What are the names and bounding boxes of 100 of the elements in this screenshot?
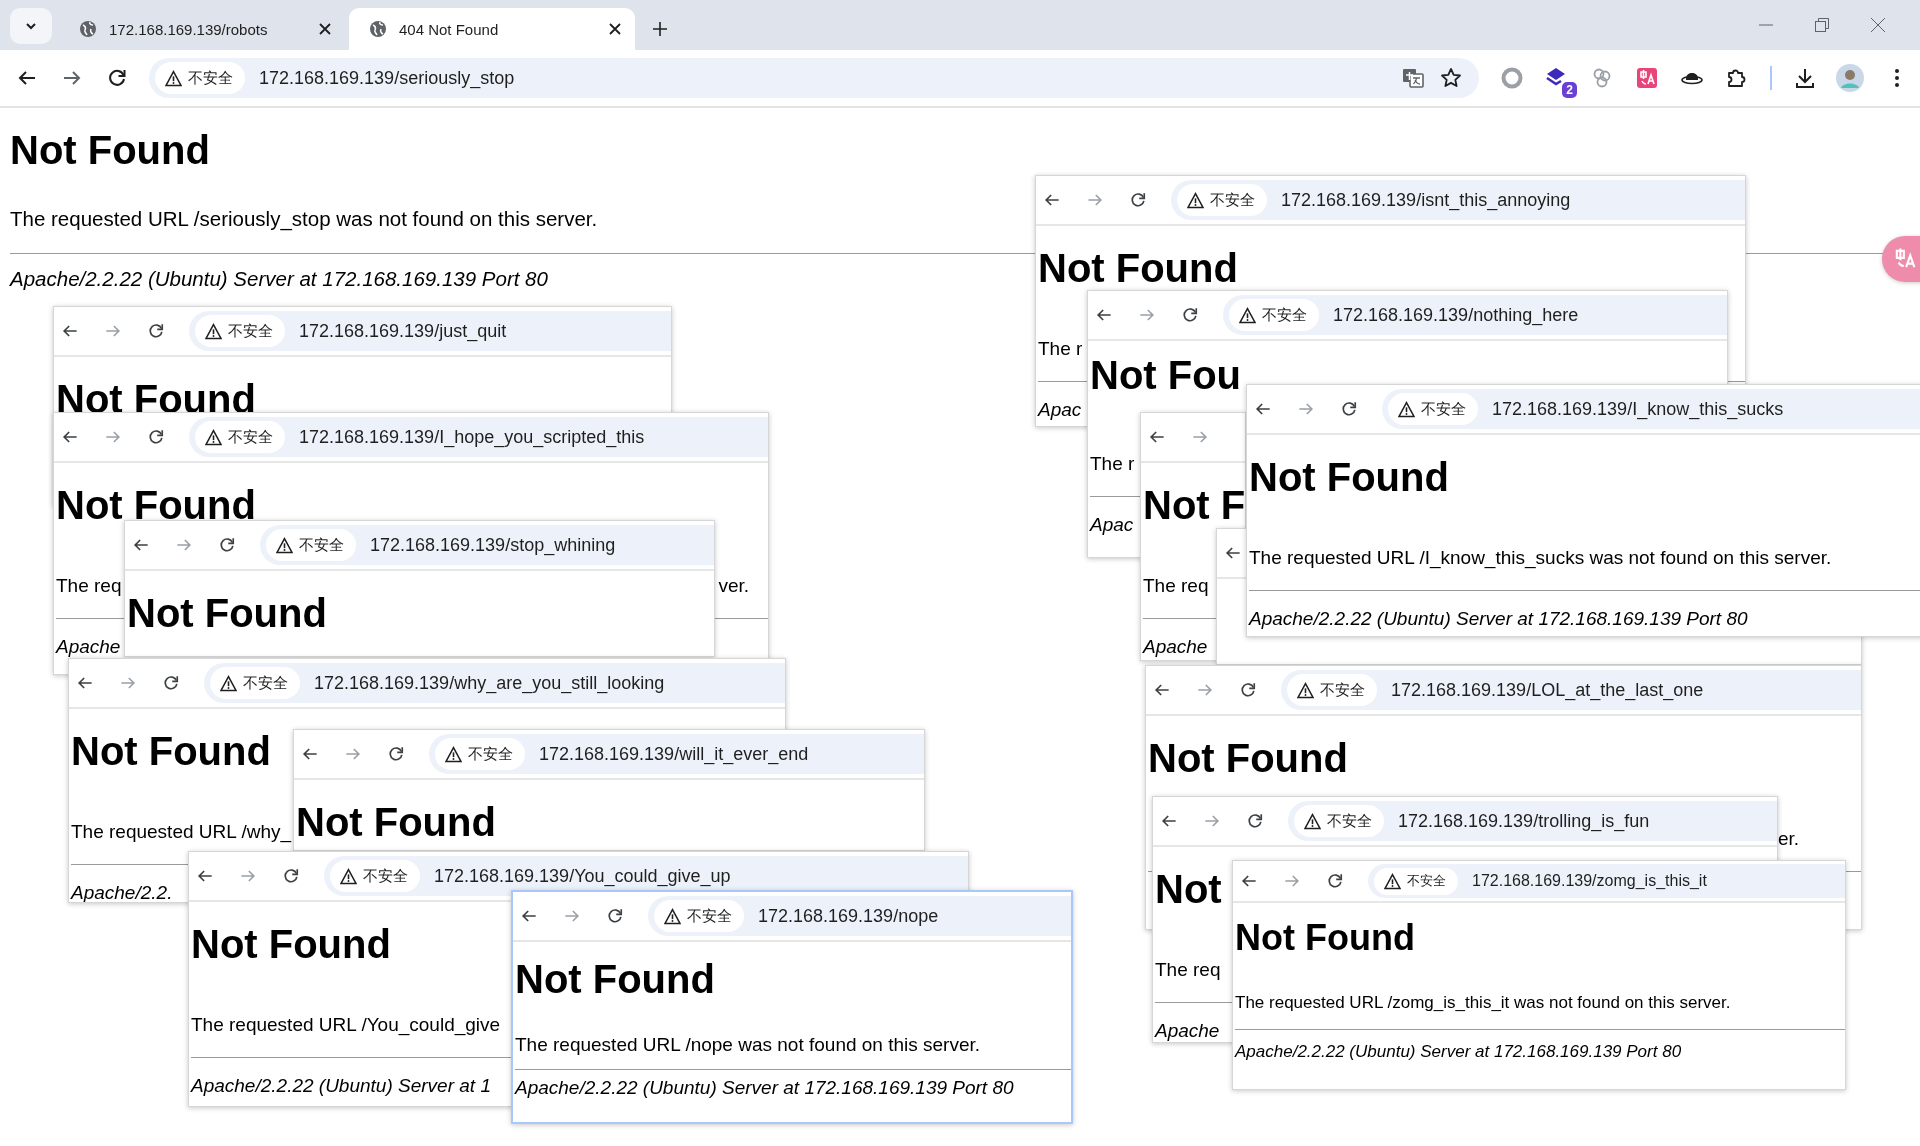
security-chip: 不安全	[210, 667, 300, 699]
security-chip: 不安全	[1294, 805, 1384, 837]
new-tab-icon[interactable]	[652, 21, 668, 37]
reload-icon	[146, 321, 166, 341]
count-badge: 2	[1562, 82, 1577, 98]
server-signature: Apache/2.2.22 (Ubuntu) Server at 172.168.169.139 Port 80	[10, 267, 548, 291]
server-signature: Apac	[1088, 513, 1134, 537]
reload-icon	[161, 673, 181, 693]
page-heading: Not Found	[1248, 454, 1449, 501]
tab[interactable]: 404 Not Found	[349, 8, 635, 50]
server-signature: Apache/2.2.22 (Ubuntu) Server at 1	[189, 1074, 491, 1098]
warning-icon	[1187, 191, 1204, 209]
error-message: The requested URL /zomg_is_this_it was not found on this server.	[1235, 992, 1731, 1014]
page-heading: Not Found	[55, 376, 256, 423]
address-bar[interactable]: 不安全 172.168.169.139/seriously_stop	[149, 58, 1479, 98]
globe-icon	[79, 20, 97, 38]
page-heading: Not	[1154, 866, 1222, 913]
page-heading: Not Found	[55, 482, 256, 529]
security-chip: 不安全	[195, 421, 285, 453]
close-icon[interactable]	[609, 23, 621, 35]
page-heading: Not Fou	[1089, 352, 1242, 399]
page-heading: Not Found	[190, 921, 391, 968]
security-chip: 不安全	[435, 738, 525, 770]
security-chip[interactable]: 不安全	[155, 62, 245, 94]
page-heading: Not Found	[1037, 245, 1238, 292]
error-message: The req	[1155, 958, 1221, 982]
globe-icon	[369, 20, 387, 38]
page-heading: Not Found	[70, 728, 271, 775]
error-message: The req	[56, 574, 122, 598]
warning-icon	[1304, 812, 1321, 830]
error-message: The requested URL /You_could_give	[191, 1013, 501, 1037]
warning-icon	[1297, 681, 1314, 699]
download-icon[interactable]	[1793, 66, 1817, 90]
page-heading: Not Found	[295, 799, 496, 846]
server-signature: Apache/2.2.22 (Ubuntu) Server at 172.168.169.139 Port 80	[1247, 607, 1748, 631]
url-text: 172.168.169.139/LOL_at_the_last_one	[1391, 679, 1704, 701]
url-text: 172.168.169.139/nope	[758, 905, 939, 927]
url-text: 172.168.169.139/I_hope_you_scripted_this	[299, 426, 645, 448]
warning-icon	[1398, 400, 1415, 418]
url-text: 172.168.169.139/nothing_here	[1333, 304, 1579, 326]
reload-icon	[605, 906, 625, 926]
server-signature: Apache	[1153, 1019, 1220, 1042]
warning-icon	[445, 745, 462, 763]
error-message: The requested URL /nope was not found on this server.	[515, 1033, 981, 1057]
url-text: 172.168.169.139/You_could_give_up	[434, 865, 731, 887]
reload-icon	[1339, 399, 1359, 419]
page-heading: Not Found	[10, 127, 210, 174]
reload-icon	[146, 427, 166, 447]
warning-icon	[664, 907, 681, 925]
error-message: The req	[1143, 574, 1209, 598]
url-text: 172.168.169.139/zomg_is_this_it	[1472, 872, 1707, 890]
server-signature: Apac	[1036, 398, 1082, 422]
error-message: The requested URL /I_know_this_sucks was not found on this server.	[1249, 546, 1832, 570]
error-message: The r	[1090, 452, 1135, 476]
server-signature: Apache	[1141, 635, 1208, 659]
reload-icon	[1180, 305, 1200, 325]
warning-icon	[165, 69, 182, 87]
security-chip: 不安全	[266, 529, 356, 561]
url-text: 172.168.169.139/trolling_is_fun	[1398, 810, 1650, 832]
reload-icon	[1238, 680, 1258, 700]
error-message: The r	[1038, 337, 1083, 361]
page-heading: Not F	[1142, 482, 1245, 529]
reload-icon	[386, 744, 406, 764]
warning-icon	[220, 674, 237, 692]
warning-icon	[276, 536, 293, 554]
security-chip: 不安全	[1388, 393, 1478, 425]
page-heading: Not Found	[1234, 917, 1415, 959]
server-signature: Apache	[54, 635, 121, 659]
page-heading: Not Found	[1147, 735, 1348, 782]
restore-icon[interactable]	[1814, 17, 1830, 33]
translate-icon[interactable]	[1401, 66, 1425, 90]
avatar-icon[interactable]	[1836, 64, 1864, 92]
translate-icon[interactable]	[1635, 66, 1659, 90]
error-message: The requested URL /why_	[71, 820, 292, 844]
security-chip: 不安全	[195, 315, 285, 347]
error-message: The requested URL /seriously_stop was not found on this server.	[10, 207, 598, 231]
url-text: 172.168.169.139/why_are_you_still_looking	[314, 672, 665, 694]
warning-icon	[1239, 306, 1256, 324]
url-text: 172.168.169.139/isnt_this_annoying	[1281, 189, 1571, 211]
security-chip: 不安全	[1287, 674, 1377, 706]
url-text: 172.168.169.139/just_quit	[299, 320, 507, 342]
reload-icon	[1245, 811, 1265, 831]
warning-icon	[340, 867, 357, 885]
url-text: 172.168.169.139/seriously_stop	[259, 67, 515, 89]
reload-icon	[281, 866, 301, 886]
url-text: 172.168.169.139/I_know_this_sucks	[1492, 398, 1784, 420]
error-message: er.	[1777, 827, 1799, 851]
warning-icon	[205, 428, 222, 446]
server-signature: Apache/2.2.22 (Ubuntu) Server at 172.168.169.139 Port 80	[513, 1076, 1014, 1100]
close-icon[interactable]	[319, 23, 331, 35]
reload-icon	[1325, 871, 1345, 891]
reload-icon	[217, 535, 237, 555]
ring-icon[interactable]	[1500, 66, 1524, 90]
security-chip: 不安全	[1177, 184, 1267, 216]
bookmark-star-icon[interactable]	[1439, 66, 1463, 90]
security-chip: 不安全	[1229, 299, 1319, 331]
tab[interactable]: 172.168.169.139/robots	[59, 8, 345, 50]
security-chip: 不安全	[330, 860, 420, 892]
page-heading: Not Found	[126, 590, 327, 637]
warning-icon	[1384, 872, 1401, 890]
